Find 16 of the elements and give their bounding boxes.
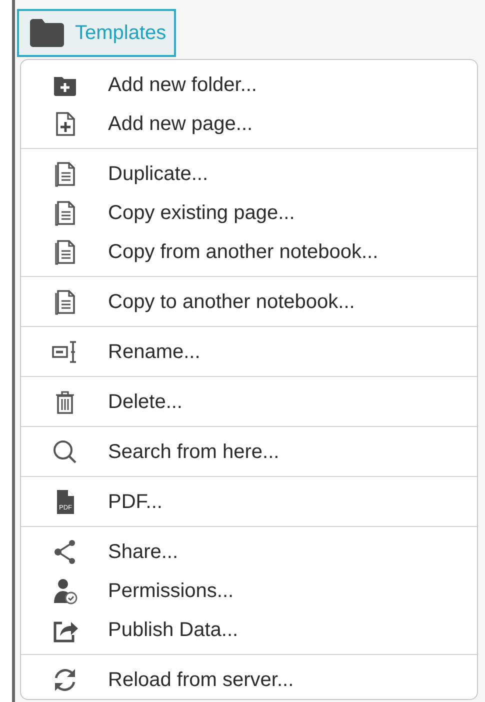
menu-item[interactable]: Rename...: [21, 332, 477, 371]
folder-icon: [29, 18, 65, 48]
menu-item[interactable]: Copy from another notebook...: [21, 232, 477, 271]
menu-item[interactable]: Search from here...: [21, 432, 477, 471]
menu-item[interactable]: Add new folder...: [21, 65, 477, 104]
menu-item[interactable]: Share...: [21, 532, 477, 571]
menu-item[interactable]: Copy existing page...: [21, 193, 477, 232]
menu-item[interactable]: Add new page...: [21, 104, 477, 143]
menu-item[interactable]: Reload from server...: [21, 660, 477, 699]
menu-item[interactable]: Delete...: [21, 382, 477, 421]
menu-item[interactable]: Publish Data...: [21, 610, 477, 649]
search-icon: [51, 438, 79, 466]
menu-item[interactable]: Permissions...: [21, 571, 477, 610]
menu-item[interactable]: Copy to another notebook...: [21, 282, 477, 321]
user-check-icon: [51, 576, 79, 604]
menu-item[interactable]: Duplicate...: [21, 154, 477, 193]
